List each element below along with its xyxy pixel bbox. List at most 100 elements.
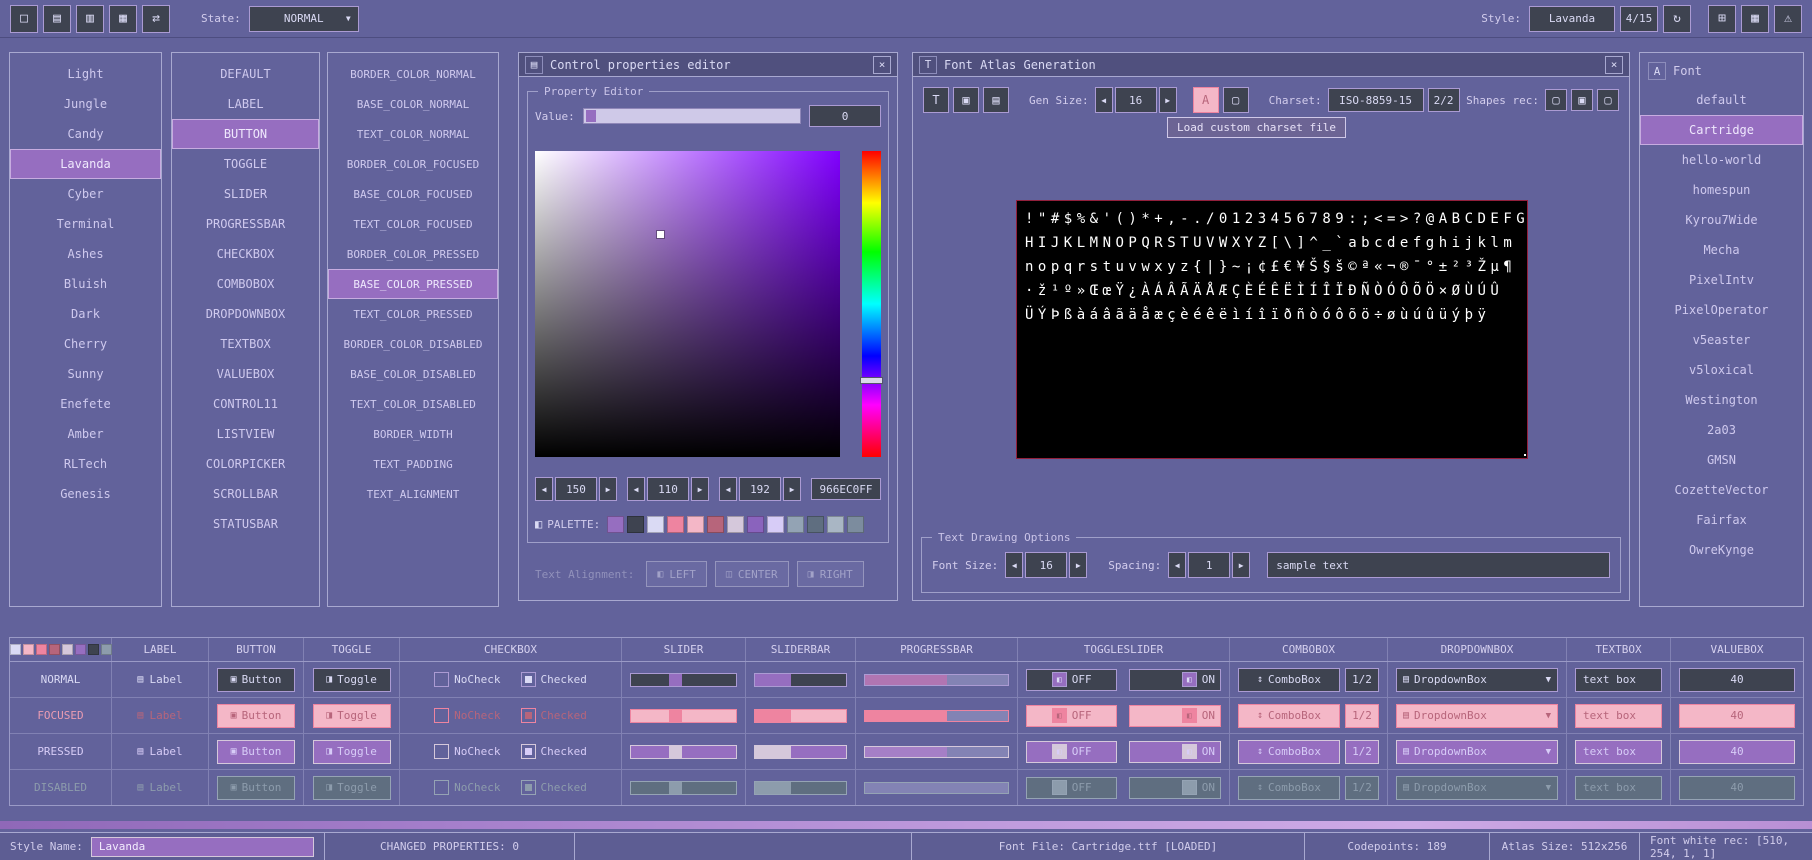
example-button[interactable]: ▣ Button <box>217 704 295 728</box>
example-toggle[interactable]: ◨ Toggle <box>313 704 391 728</box>
example-sliderbar[interactable] <box>754 673 847 687</box>
red-value[interactable]: 150 <box>555 477 597 501</box>
charset-pages-button[interactable]: 2/2 <box>1428 88 1460 112</box>
control-list-item[interactable]: VALUEBOX <box>172 359 319 389</box>
property-list-item[interactable]: BORDER_WIDTH <box>328 419 498 449</box>
sample-text-input[interactable] <box>1267 552 1610 578</box>
font-list-item[interactable]: Mecha <box>1640 235 1803 265</box>
example-valuebox[interactable]: 40 <box>1679 668 1795 692</box>
palette-swatch[interactable] <box>807 516 824 533</box>
style-list-item[interactable]: Genesis <box>10 479 161 509</box>
random-style-button[interactable]: ⇄ <box>142 5 170 33</box>
example-combobox[interactable]: ↕ ComboBox <box>1238 740 1340 764</box>
font-list-item[interactable]: 2a03 <box>1640 415 1803 445</box>
example-toggleslider-off[interactable]: ◧ OFF <box>1026 777 1117 799</box>
palette-swatch[interactable] <box>747 516 764 533</box>
example-dropdownbox[interactable]: ▤ DropdownBox ▼ <box>1396 740 1558 764</box>
load-style-button[interactable]: ▤ <box>43 5 71 33</box>
control-list-item[interactable]: TOGGLE <box>172 149 319 179</box>
example-toggleslider-off[interactable]: ◧ OFF <box>1026 705 1117 727</box>
blue-value[interactable]: 192 <box>739 477 781 501</box>
example-slider[interactable] <box>630 709 737 723</box>
green-value[interactable]: 110 <box>647 477 689 501</box>
font-list-item[interactable]: OwreKynge <box>1640 535 1803 565</box>
font-list-item[interactable]: PixelIntv <box>1640 265 1803 295</box>
property-list-item[interactable]: TEXT_PADDING <box>328 449 498 479</box>
font-list-item[interactable]: v5easter <box>1640 325 1803 355</box>
example-slider[interactable] <box>630 745 737 759</box>
palette-swatch[interactable] <box>767 516 784 533</box>
gen-size-value[interactable]: 16 <box>1115 87 1157 113</box>
style-list-item[interactable]: Bluish <box>10 269 161 299</box>
combobox-counter[interactable]: 1/2 <box>1345 668 1379 692</box>
state-dropdown[interactable]: NORMAL ▼ <box>249 6 359 32</box>
align-left-button[interactable]: ◧ LEFT <box>646 561 707 587</box>
property-list-item[interactable]: BORDER_COLOR_PRESSED <box>328 239 498 269</box>
property-list-item[interactable]: BASE_COLOR_FOCUSED <box>328 179 498 209</box>
close-button[interactable]: × <box>873 56 891 74</box>
checkbox-box[interactable] <box>434 780 449 795</box>
spinner-right-button[interactable]: ▶ <box>691 477 709 501</box>
close-button[interactable]: × <box>1605 56 1623 74</box>
example-textbox[interactable]: text box <box>1575 776 1662 800</box>
toggleslider-handle[interactable]: ◧ <box>1182 672 1197 687</box>
toggleslider-handle[interactable]: ◧ <box>1182 708 1197 723</box>
font-list-item[interactable]: Kyrou7Wide <box>1640 205 1803 235</box>
slider-handle[interactable] <box>669 746 682 758</box>
atlas-image-button[interactable]: ▣ <box>953 87 979 113</box>
style-list-item[interactable]: Dark <box>10 299 161 329</box>
new-style-button[interactable]: □ <box>10 5 38 33</box>
example-dropdownbox[interactable]: ▤ DropdownBox ▼ <box>1396 668 1558 692</box>
font-list-item[interactable]: Westington <box>1640 385 1803 415</box>
toggleslider-handle[interactable]: ◧ <box>1182 780 1197 795</box>
spinner-left-button[interactable]: ◀ <box>1095 87 1113 113</box>
property-list-item[interactable]: BORDER_COLOR_FOCUSED <box>328 149 498 179</box>
control-list-item[interactable]: SLIDER <box>172 179 319 209</box>
palette-swatch[interactable] <box>647 516 664 533</box>
slider-handle[interactable] <box>669 674 682 686</box>
style-list-item[interactable]: Jungle <box>10 89 161 119</box>
example-dropdownbox[interactable]: ▤ DropdownBox ▼ <box>1396 704 1558 728</box>
font-type-button[interactable]: T <box>923 87 949 113</box>
example-toggleslider-on[interactable]: ◧ ON <box>1129 705 1221 727</box>
reload-style-button[interactable]: ↻ <box>1663 5 1691 33</box>
font-list-item[interactable]: Fairfax <box>1640 505 1803 535</box>
palette-swatch[interactable] <box>607 516 624 533</box>
control-list-item[interactable]: TEXTBOX <box>172 329 319 359</box>
control-list-item[interactable]: PROGRESSBAR <box>172 209 319 239</box>
checkbox-box-checked[interactable] <box>521 744 536 759</box>
property-list-item[interactable]: BORDER_COLOR_DISABLED <box>328 329 498 359</box>
font-list-item[interactable]: Cartridge <box>1640 115 1803 145</box>
style-list-item[interactable]: Sunny <box>10 359 161 389</box>
example-toggle[interactable]: ◨ Toggle <box>313 740 391 764</box>
control-list-item[interactable]: LABEL <box>172 89 319 119</box>
control-list-item[interactable]: DROPDOWNBOX <box>172 299 319 329</box>
style-list-item[interactable]: Candy <box>10 119 161 149</box>
example-textbox[interactable]: text box <box>1575 668 1662 692</box>
font-list-item[interactable]: PixelOperator <box>1640 295 1803 325</box>
example-toggle[interactable]: ◨ Toggle <box>313 776 391 800</box>
font-list-item[interactable]: homespun <box>1640 175 1803 205</box>
example-button[interactable]: ▣ Button <box>217 740 295 764</box>
align-right-button[interactable]: ◨ RIGHT <box>797 561 864 587</box>
example-checkbox-checked[interactable]: Checked <box>521 780 587 795</box>
example-sliderbar[interactable] <box>754 781 847 795</box>
hue-bar[interactable] <box>862 151 881 457</box>
spinner-left-button[interactable]: ◀ <box>719 477 737 501</box>
example-textbox[interactable]: text box <box>1575 704 1662 728</box>
example-combobox[interactable]: ↕ ComboBox <box>1238 776 1340 800</box>
example-toggleslider-on[interactable]: ◧ ON <box>1129 741 1221 763</box>
property-list-item[interactable]: BASE_COLOR_PRESSED <box>328 269 498 299</box>
control-list-item[interactable]: COMBOBOX <box>172 269 319 299</box>
save-style-button[interactable]: ▥ <box>76 5 104 33</box>
example-slider[interactable] <box>630 673 737 687</box>
toggleslider-handle[interactable]: ◧ <box>1182 744 1197 759</box>
spinner-right-button[interactable]: ▶ <box>783 477 801 501</box>
example-slider[interactable] <box>630 781 737 795</box>
example-combobox[interactable]: ↕ ComboBox <box>1238 704 1340 728</box>
spinner-right-button[interactable]: ▶ <box>1159 87 1177 113</box>
style-name-input[interactable] <box>91 837 314 857</box>
style-list-item[interactable]: Ashes <box>10 239 161 269</box>
example-button[interactable]: ▣ Button <box>217 776 295 800</box>
hex-color-box[interactable]: 966EC0FF <box>811 478 881 500</box>
